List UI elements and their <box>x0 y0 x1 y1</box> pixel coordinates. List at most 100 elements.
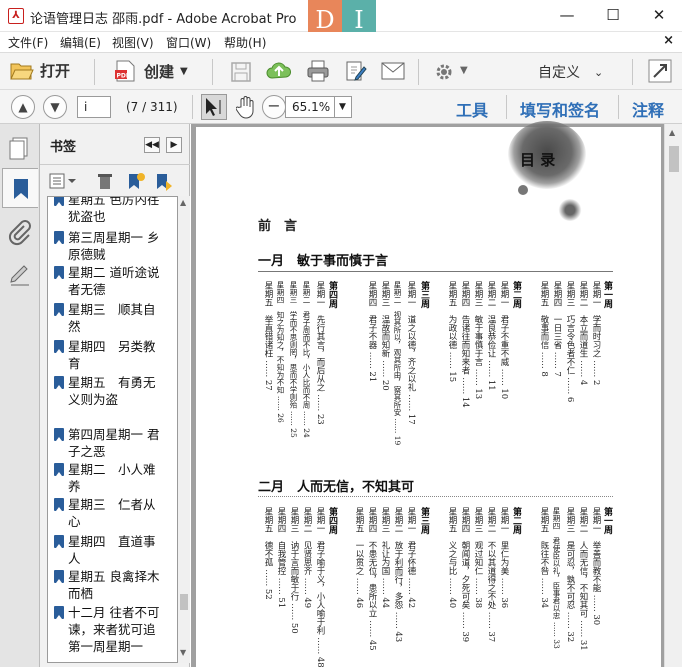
toc-entry[interactable]: 星期二 本立而道生 …… 4 <box>577 281 588 385</box>
edit-document-icon[interactable] <box>344 59 368 83</box>
close-button[interactable]: ✕ <box>636 0 682 32</box>
toc-entry[interactable]: 星期二 不以其道得之不处 …… 37 <box>485 507 496 642</box>
bookmark-item[interactable]: 第四周星期一 君子之恶 <box>54 426 164 460</box>
toc-entry[interactable]: 星期五 敬事而信 …… 8 <box>538 281 549 377</box>
open-button[interactable]: 打开 <box>10 60 70 81</box>
next-page-button[interactable]: ▼ <box>43 95 67 119</box>
toc-entry[interactable]: 星期一 道之以德，齐之以礼 …… 17 <box>405 281 416 425</box>
toc-entry[interactable]: 星期五 为政以德 …… 15 <box>446 281 457 382</box>
hand-tool-icon[interactable] <box>236 95 258 119</box>
email-icon[interactable] <box>380 61 406 81</box>
bookmark-item[interactable]: 星期五 有勇无义则为盗 <box>54 374 164 408</box>
menu-file[interactable]: 文件(F) <box>8 34 48 51</box>
gear-icon[interactable] <box>434 62 454 82</box>
toc-entry[interactable]: 星期三 敏于事慎于言 …… 13 <box>472 281 483 399</box>
page-number-input[interactable]: i <box>77 96 111 118</box>
toc-entry[interactable]: 星期一 学而时习之 …… 2 <box>590 281 601 385</box>
toc-entry[interactable]: 星期三 巧言令色者不仁 …… 6 <box>564 281 575 402</box>
expand-right-icon[interactable]: ▶ <box>166 137 182 153</box>
bookmark-item[interactable]: 星期五 色厉内荏犹盗也 <box>54 197 164 225</box>
bookmark-item[interactable]: 星期五 良禽择木而栖 <box>54 568 164 602</box>
toc-entry[interactable]: 星期一 举善而教不能 …… 30 <box>590 507 601 625</box>
document-scrollbar[interactable]: ▲ <box>664 124 682 667</box>
create-button[interactable]: PDF 创建 ▼ <box>114 60 188 82</box>
toc-entry[interactable]: 星期一 君子喻于义，小人喻于利 …… 48 <box>314 507 325 667</box>
comment-pane-link[interactable]: 注释 <box>632 97 664 121</box>
print-icon[interactable] <box>306 59 330 83</box>
bookmark-item[interactable]: 星期二 道听途说者无德 <box>54 264 164 298</box>
previous-page-button[interactable]: ▲ <box>11 95 35 119</box>
toc-entry[interactable]: 星期四 知之为知之，不知为不知 …… 26 <box>275 281 285 423</box>
toc-entry[interactable]: 星期五 举直错诸枉 …… 27 <box>262 281 273 391</box>
toc-entry[interactable]: 星期一 君子不重不威 …… 10 <box>498 281 509 399</box>
toc-entry[interactable]: 星期二 温良恭俭让 …… 11 <box>485 281 496 391</box>
toc-entry[interactable]: 星期四 告诸往而知来者 …… 14 <box>459 281 470 408</box>
toc-entry[interactable]: 星期二 君子周而不比，小人比而不周 …… 24 <box>301 281 311 438</box>
expand-icon[interactable] <box>648 59 672 83</box>
tools-pane-link[interactable]: 工具 <box>456 97 488 121</box>
scroll-up-icon[interactable]: ▲ <box>180 198 186 207</box>
expand-bookmark-icon[interactable] <box>154 171 174 191</box>
toc-entry[interactable]: 星期二 放于利而行，多怨 …… 43 <box>392 507 403 642</box>
bookmark-item[interactable]: 星期四 直道事人 <box>54 533 164 567</box>
toc-entry[interactable]: 星期一 里仁为美 …… 36 <box>498 507 509 608</box>
bookmarks-tab[interactable] <box>2 168 38 208</box>
toc-entry[interactable]: 星期四 不患无位，患所以立 …… 45 <box>366 507 377 651</box>
options-menu-icon[interactable] <box>48 172 78 190</box>
toc-entry[interactable]: 星期五 既往不咎 …… 34 <box>538 507 549 608</box>
bookmark-item[interactable]: 十二月 往者不可谏，来者犹可追第一周星期一 <box>54 604 164 655</box>
toc-entry[interactable]: 星期三 讷于言而敏于行 …… 50 <box>288 507 299 634</box>
toc-entry[interactable]: 星期三 是可忍，孰不可忍 …… 32 <box>564 507 575 642</box>
toc-entry[interactable]: 星期五 德不孤 …… 52 <box>262 507 273 600</box>
scroll-thumb[interactable] <box>180 594 188 610</box>
collapse-left-icon[interactable]: ◀◀ <box>144 137 160 153</box>
delete-bookmark-icon[interactable] <box>96 172 114 190</box>
toc-entry[interactable]: 星期二 人而无信，不知其可 …… 31 <box>577 507 588 651</box>
menu-window[interactable]: 窗口(W) <box>166 34 211 51</box>
select-tool-button[interactable] <box>201 94 227 120</box>
zoom-dropdown[interactable]: ▼ <box>334 96 352 118</box>
scroll-down-icon[interactable]: ▼ <box>180 648 186 657</box>
toc-entry[interactable]: 星期二 见贤思齐 …… 49 <box>301 507 312 608</box>
maximize-button[interactable]: ☐ <box>590 0 636 32</box>
scroll-up-icon[interactable]: ▲ <box>669 128 675 137</box>
signatures-icon[interactable] <box>8 264 32 288</box>
menu-help[interactable]: 帮助(H) <box>224 34 266 51</box>
preface-entry[interactable]: 前 言 <box>258 215 297 234</box>
toc-entry[interactable]: 星期四 君子不器 …… 21 <box>366 281 377 382</box>
menu-edit[interactable]: 编辑(E) <box>60 34 101 51</box>
toc-entry[interactable]: 星期一 君子怀德 …… 42 <box>405 507 416 608</box>
bookmark-scrollbar[interactable]: ▲ ▼ <box>178 196 190 663</box>
bookmark-item[interactable]: 第三周星期一 乡原德贼 <box>54 229 164 263</box>
fill-sign-pane-link[interactable]: 填写和签名 <box>520 97 600 121</box>
bookmark-item[interactable]: 星期三 仁者从心 <box>54 496 164 530</box>
toc-entry[interactable]: 星期五 一以贯之 …… 46 <box>353 507 364 608</box>
bookmark-item[interactable]: 星期三 顺其自然 <box>54 301 164 335</box>
toc-entry[interactable]: 星期三 观过知仁 …… 38 <box>472 507 483 608</box>
bookmark-item[interactable]: 星期二 小人难养 <box>54 461 164 495</box>
page-thumbnails-icon[interactable] <box>8 136 32 160</box>
settings-chevron-down-icon[interactable]: ▼ <box>460 65 468 76</box>
new-bookmark-icon[interactable] <box>126 171 146 191</box>
attachments-icon[interactable] <box>8 220 32 246</box>
toc-entry[interactable]: 星期四 朝闻道，夕死可矣 …… 39 <box>459 507 470 642</box>
scroll-thumb[interactable] <box>669 146 679 172</box>
customize-dropdown[interactable]: 自定义 ⌄ <box>538 62 603 82</box>
bookmark-item[interactable]: 星期四 另类教育 <box>54 338 164 372</box>
toc-entry[interactable]: 星期二 视其所以，观其所由，察其所安 …… 19 <box>392 281 402 445</box>
close-document-button[interactable]: × <box>663 33 674 48</box>
toc-entry[interactable]: 星期四 君使臣以礼，臣事君以忠 …… 33 <box>551 507 561 649</box>
minimize-button[interactable]: — <box>544 0 590 32</box>
toc-entry[interactable]: 星期五 义之与比 …… 40 <box>446 507 457 608</box>
toc-entry[interactable]: 星期四 一日三省 …… 7 <box>551 281 562 377</box>
save-icon[interactable] <box>230 61 252 83</box>
toc-entry[interactable]: 星期三 礼让为国 …… 44 <box>379 507 390 608</box>
toc-entry[interactable]: 星期四 自我管控 …… 51 <box>275 507 286 608</box>
menu-view[interactable]: 视图(V) <box>112 34 154 51</box>
zoom-out-button[interactable]: − <box>262 95 286 119</box>
cloud-upload-icon[interactable] <box>266 59 292 83</box>
toc-entry[interactable]: 星期三 温故而知新 …… 20 <box>379 281 390 391</box>
toc-entry[interactable]: 星期一 先行其言，而后从之 …… 23 <box>314 281 325 425</box>
toc-entry[interactable]: 星期三 学而不思则罔，思而不学则殆 …… 25 <box>288 281 298 438</box>
zoom-input[interactable]: 65.1% <box>285 96 335 118</box>
